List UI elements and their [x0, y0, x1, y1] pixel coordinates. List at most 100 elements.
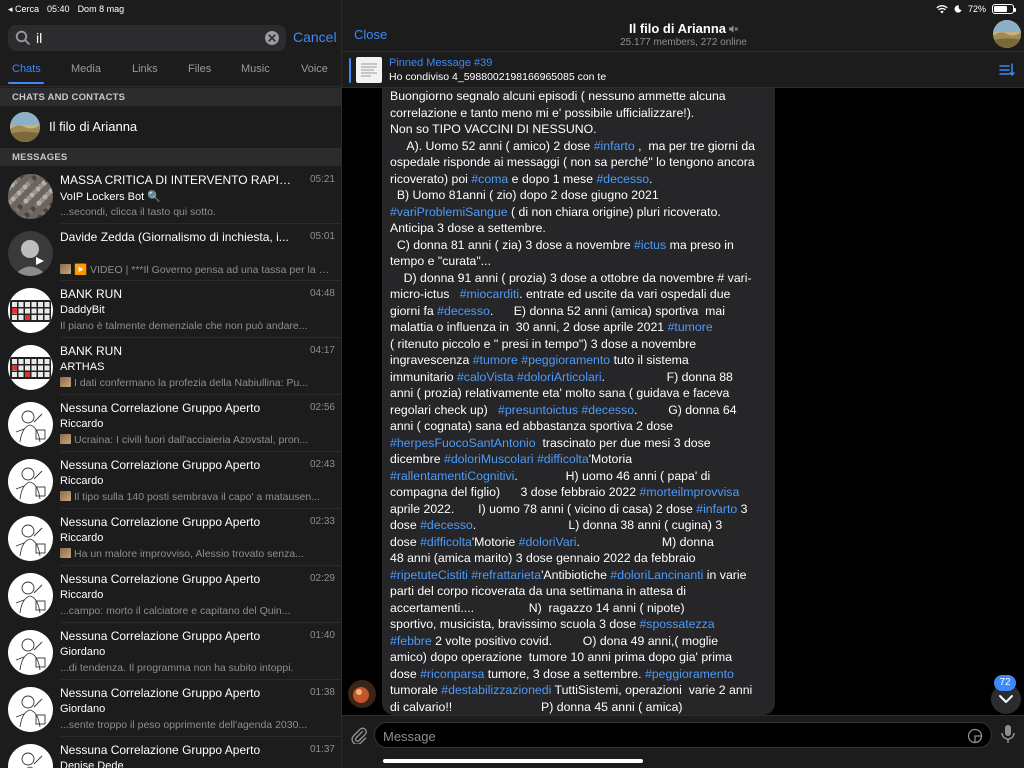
hashtag-link[interactable]: #decesso [420, 518, 473, 532]
message-result-row[interactable]: Nessuna Correlazione Gruppo Aperto 02:29 R… [0, 566, 341, 623]
clear-search-icon[interactable] [264, 30, 280, 46]
message-result-row[interactable]: BANK RUN 04:17 ARTHAS I dati confermano la … [0, 338, 341, 395]
row-time: 05:21 [309, 174, 335, 185]
message-line: ingravescenza #tumore #peggioramento tut… [390, 352, 767, 369]
message-line: malattia o influenza in 30 anni, 2 dose … [390, 319, 767, 336]
wifi-icon [936, 4, 948, 13]
message-text-segment: regolari check up) [390, 402, 498, 417]
row-title: Nessuna Correlazione Gruppo Aperto [60, 401, 261, 415]
message-bubble[interactable]: Buongiorno segnalo alcuni episodi ( ness… [382, 88, 775, 715]
hashtag-link[interactable]: #coma [471, 172, 508, 186]
battery-level [994, 6, 1007, 12]
hashtag-link[interactable]: #riconparsa [420, 667, 484, 681]
hashtag-link[interactable]: #difficolta [537, 452, 589, 466]
muted-icon [729, 25, 738, 33]
avatar [8, 516, 53, 561]
moon-icon [954, 5, 962, 13]
search-panel: Cancel Chats Media Links Files Music Voi… [0, 0, 341, 768]
back-to-search-link[interactable]: ◂ Cerca [8, 4, 39, 15]
tab-chats[interactable]: Chats [12, 63, 41, 75]
chat-title[interactable]: Il filo di Arianna [342, 21, 1024, 36]
pinned-message-bar[interactable]: Pinned Message #39 Ho condiviso 4_598800… [342, 51, 1024, 88]
hashtag-link[interactable]: #decesso [596, 172, 649, 186]
battery-percent: 72% [967, 4, 986, 14]
cancel-button[interactable]: Cancel [293, 29, 337, 45]
hashtag-link[interactable]: #difficolta [420, 535, 472, 549]
hashtag-link[interactable]: #tumore [668, 320, 713, 334]
row-preview: Il piano è talmente demenziale che non p… [60, 320, 333, 332]
message-line: immunitario #caloVista #doloriArticolari… [390, 369, 767, 386]
hashtag-link[interactable]: #ictus [634, 238, 666, 252]
hashtag-link[interactable]: #tumore [473, 353, 518, 367]
sender-avatar[interactable] [348, 680, 376, 708]
message-result-row[interactable]: Nessuna Correlazione Gruppo Aperto 01:38 G… [0, 680, 341, 737]
hashtag-link[interactable]: #decesso [437, 304, 490, 318]
hashtag-link[interactable]: #peggioramento [645, 667, 734, 681]
tab-files[interactable]: Files [188, 63, 211, 75]
message-input[interactable] [383, 727, 943, 745]
message-result-row[interactable]: BANK RUN 04:48 DaddyBit Il piano è talmente… [0, 281, 341, 338]
row-sender: Giordano [60, 646, 106, 658]
message-result-row[interactable]: MASSA CRITICA DI INTERVENTO RAPIDO 05:21 V… [0, 167, 341, 224]
tab-voice[interactable]: Voice [301, 63, 328, 75]
tab-media[interactable]: Media [71, 63, 101, 75]
chat-avatar[interactable] [993, 20, 1021, 48]
contact-result-row[interactable]: Il filo di Arianna [0, 106, 341, 148]
message-line: ricoverato) poi #coma e dopo 1 mese #dec… [390, 171, 767, 188]
hashtag-link[interactable]: #doloriArticolari [517, 370, 602, 384]
hashtag-link[interactable]: #morteilmprovvisa [640, 485, 740, 499]
hashtag-link[interactable]: #doloriMuscolari [444, 452, 534, 466]
hashtag-link[interactable]: #presuntoictus [498, 403, 578, 417]
sticker-icon[interactable] [967, 728, 983, 744]
hashtag-link[interactable]: #doloriLancinanti [610, 568, 703, 582]
message-line: sportivo, musicista, bravissimo scuola 3… [390, 616, 767, 633]
hashtag-link[interactable]: #variProblemiSangue [390, 205, 508, 219]
message-field[interactable] [374, 722, 992, 748]
message-line: #ripetuteCistiti #refrattarieta'Antibiot… [390, 567, 767, 584]
search-input[interactable] [36, 28, 256, 48]
message-text-segment: . E) donna 52 anni (amica) sportiva mai [489, 303, 725, 318]
hashtag-link[interactable]: #doloriVari [519, 535, 577, 549]
search-bar[interactable] [8, 25, 286, 51]
message-line: di calvario!! P) donna 45 anni ( amica) [390, 699, 767, 716]
hashtag-link[interactable]: #destabilizzazionedi [441, 683, 551, 697]
row-time: 01:40 [309, 630, 335, 641]
hashtag-link[interactable]: #miocarditi [460, 287, 519, 301]
hashtag-link[interactable]: #spossatezza [639, 617, 714, 631]
hashtag-link[interactable]: #febbre [390, 634, 432, 648]
hashtag-link[interactable]: #herpesFuocoSantAntonio [390, 436, 536, 450]
message-result-row[interactable]: Nessuna Correlazione Gruppo Aperto 01:37 D… [0, 737, 341, 768]
pinned-text: Ho condiviso 4_5988002198166965085 con t… [389, 71, 607, 83]
message-text-segment: anni ( prozia) relativamente eta' molto … [390, 386, 730, 400]
message-line: B) Uomo 81anni ( zio) dopo 2 dose giugno… [390, 187, 767, 204]
hashtag-link[interactable]: #ripetuteCistiti [390, 568, 468, 582]
message-result-row[interactable]: Nessuna Correlazione Gruppo Aperto 02:56 R… [0, 395, 341, 452]
hashtag-link[interactable]: #peggioramento [521, 353, 610, 367]
search-tabs: Chats Media Links Files Music Voice [0, 56, 341, 86]
hashtag-link[interactable]: #rallentamentiCognitivi [390, 469, 514, 483]
message-result-row[interactable]: Nessuna Correlazione Gruppo Aperto 02:33 R… [0, 509, 341, 566]
hashtag-link[interactable]: #decesso [581, 403, 634, 417]
hashtag-link[interactable]: #infarto [696, 502, 737, 516]
message-line: D) donna 91 anni ( prozia) 3 dose a otto… [390, 270, 767, 287]
tab-music[interactable]: Music [241, 63, 270, 75]
row-preview: ...campo: morto il calciatore e capitano… [60, 605, 333, 617]
hashtag-link[interactable]: #infarto [594, 139, 635, 153]
hashtag-link[interactable]: #caloVista [457, 370, 514, 384]
message-line: correlazione e tanto meno mi e' possibil… [390, 105, 767, 122]
tab-links[interactable]: Links [132, 63, 158, 75]
media-thumbnail [60, 434, 71, 444]
message-line: anni ( prozia) relativamente eta' molto … [390, 385, 767, 402]
hashtag-link[interactable]: #refrattarieta [471, 568, 541, 582]
pinned-list-icon[interactable] [999, 63, 1015, 77]
microphone-icon[interactable] [999, 724, 1017, 744]
message-text-segment: . L) donna 38 anni ( cugina) 3 [472, 518, 723, 532]
message-result-row[interactable]: Nessuna Correlazione Gruppo Aperto 01:40 G… [0, 623, 341, 680]
avatar [8, 573, 53, 618]
message-text-segment: Buongiorno segnalo alcuni episodi ( ness… [390, 89, 726, 103]
avatar [8, 630, 53, 675]
message-result-row[interactable]: Nessuna Correlazione Gruppo Aperto 02:43 R… [0, 452, 341, 509]
paperclip-icon[interactable] [350, 726, 368, 744]
message-result-row[interactable]: Davide Zedda (Giornalismo di inchiesta, … [0, 224, 341, 281]
row-time: 02:43 [309, 459, 335, 470]
